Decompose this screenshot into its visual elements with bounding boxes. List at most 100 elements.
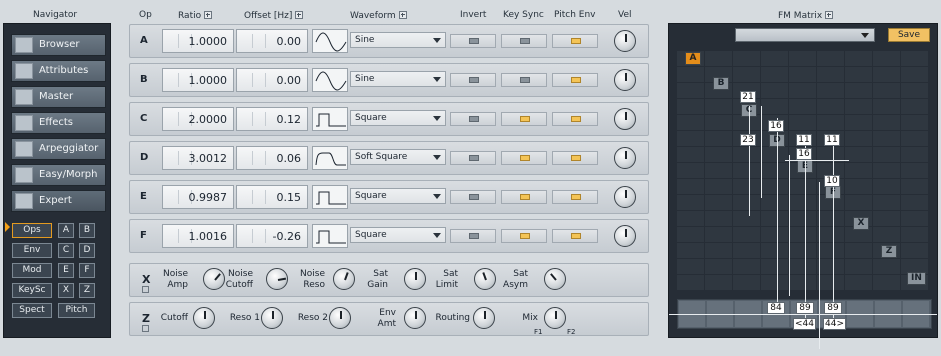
subpage-mod[interactable]: Mod — [12, 263, 52, 278]
modulation-amount[interactable]: 44> — [823, 318, 846, 330]
subpage-z[interactable]: Z — [79, 283, 95, 298]
modulation-amount[interactable]: 10 — [824, 175, 840, 187]
matrix-cell[interactable] — [677, 147, 704, 162]
offset-field[interactable]: 0.00 — [236, 68, 308, 92]
offset-field[interactable]: -0.26 — [236, 224, 308, 248]
modulation-amount[interactable]: 84 — [767, 302, 785, 314]
matrix-cell[interactable] — [705, 163, 732, 178]
velocity-knob[interactable] — [614, 69, 636, 91]
subpage-f[interactable]: F — [79, 263, 95, 278]
subpage-pitch[interactable]: Pitch — [58, 303, 95, 318]
waveform-select[interactable]: Square — [350, 110, 446, 126]
matrix-cell[interactable] — [677, 195, 704, 210]
matrix-cell[interactable] — [705, 147, 732, 162]
offset-expand-icon[interactable] — [295, 11, 304, 19]
save-button[interactable]: Save — [888, 28, 930, 42]
z-param-knob[interactable] — [261, 307, 283, 329]
matrix-cell[interactable] — [817, 83, 844, 98]
matrix-cell[interactable] — [873, 115, 900, 130]
x-expand-icon[interactable] — [142, 286, 149, 293]
offset-field[interactable]: 0.12 — [236, 107, 308, 131]
matrix-cell[interactable] — [873, 211, 900, 226]
matrix-cell[interactable] — [789, 83, 816, 98]
nav-arpeggiator[interactable]: Arpeggiator — [11, 138, 106, 160]
matrix-cell[interactable] — [733, 243, 760, 258]
matrix-cell[interactable] — [845, 147, 872, 162]
subpage-env[interactable]: Env — [12, 243, 52, 258]
matrix-cell[interactable] — [873, 179, 900, 194]
matrix-cell[interactable] — [761, 259, 788, 274]
matrix-cell[interactable] — [901, 83, 928, 98]
matrix-cell[interactable] — [789, 179, 816, 194]
subpage-x[interactable]: X — [58, 283, 74, 298]
modulation-amount[interactable]: 21 — [740, 91, 756, 103]
matrix-cell[interactable] — [789, 259, 816, 274]
matrix-cell[interactable] — [677, 179, 704, 194]
subpage-a[interactable]: A — [58, 223, 74, 238]
subpage-c[interactable]: C — [58, 243, 74, 258]
modulation-amount[interactable]: 11 — [824, 134, 840, 146]
nav-easy-morph[interactable]: Easy/Morph — [11, 164, 106, 186]
key-sync-toggle[interactable] — [501, 229, 547, 243]
matrix-cell[interactable] — [817, 259, 844, 274]
matrix-cell[interactable] — [901, 51, 928, 66]
pitch-env-toggle[interactable] — [552, 229, 598, 243]
subpage-b[interactable]: B — [79, 223, 95, 238]
z-expand-icon[interactable] — [142, 325, 149, 332]
velocity-knob[interactable] — [614, 30, 636, 52]
waveform-select[interactable]: Soft Square — [350, 149, 446, 165]
velocity-knob[interactable] — [614, 147, 636, 169]
matrix-cell[interactable] — [845, 67, 872, 82]
matrix-cell[interactable] — [873, 99, 900, 114]
matrix-cell[interactable] — [789, 227, 816, 242]
x-param-knob[interactable] — [544, 268, 566, 290]
matrix-cell[interactable] — [817, 227, 844, 242]
matrix-cell[interactable] — [845, 259, 872, 274]
matrix-cell[interactable] — [901, 99, 928, 114]
modulation-amount[interactable]: 23 — [740, 134, 756, 146]
matrix-cell[interactable] — [705, 211, 732, 226]
pitch-env-toggle[interactable] — [552, 112, 598, 126]
key-sync-toggle[interactable] — [501, 34, 547, 48]
matrix-cell[interactable] — [761, 99, 788, 114]
matrix-cell[interactable] — [733, 179, 760, 194]
nav-attributes[interactable]: Attributes — [11, 60, 106, 82]
matrix-cell[interactable] — [705, 115, 732, 130]
fm-matrix-expand-icon[interactable] — [825, 11, 834, 19]
matrix-cell[interactable] — [733, 51, 760, 66]
z-param-knob[interactable] — [404, 307, 426, 329]
matrix-cell[interactable] — [705, 259, 732, 274]
matrix-cell[interactable] — [789, 275, 816, 290]
waveform-expand-icon[interactable] — [398, 11, 407, 19]
z-param-knob[interactable] — [473, 307, 495, 329]
matrix-cell[interactable] — [901, 243, 928, 258]
velocity-knob[interactable] — [614, 225, 636, 247]
matrix-cell[interactable] — [705, 227, 732, 242]
matrix-cell[interactable] — [761, 51, 788, 66]
matrix-cell[interactable] — [873, 163, 900, 178]
modulation-amount[interactable]: 89 — [796, 302, 814, 314]
matrix-cell[interactable] — [677, 243, 704, 258]
matrix-cell[interactable] — [873, 259, 900, 274]
matrix-cell[interactable] — [733, 211, 760, 226]
matrix-cell[interactable] — [873, 275, 900, 290]
z-param-knob[interactable] — [193, 307, 215, 329]
ratio-field[interactable]: 1.0000 — [162, 68, 234, 92]
z-param-knob[interactable] — [329, 307, 351, 329]
matrix-cell[interactable] — [901, 131, 928, 146]
matrix-cell[interactable] — [845, 163, 872, 178]
matrix-cell[interactable] — [733, 147, 760, 162]
matrix-cell[interactable] — [705, 99, 732, 114]
matrix-cell[interactable] — [677, 163, 704, 178]
invert-toggle[interactable] — [450, 190, 496, 204]
key-sync-toggle[interactable] — [501, 151, 547, 165]
ratio-field[interactable]: 1.0000 — [162, 29, 234, 53]
matrix-cell[interactable] — [789, 115, 816, 130]
matrix-cell[interactable] — [705, 179, 732, 194]
matrix-cell[interactable] — [873, 51, 900, 66]
matrix-cell[interactable] — [817, 67, 844, 82]
waveform-select[interactable]: Sine — [350, 32, 446, 48]
nav-effects[interactable]: Effects — [11, 112, 106, 134]
pitch-env-toggle[interactable] — [552, 73, 598, 87]
key-sync-toggle[interactable] — [501, 73, 547, 87]
